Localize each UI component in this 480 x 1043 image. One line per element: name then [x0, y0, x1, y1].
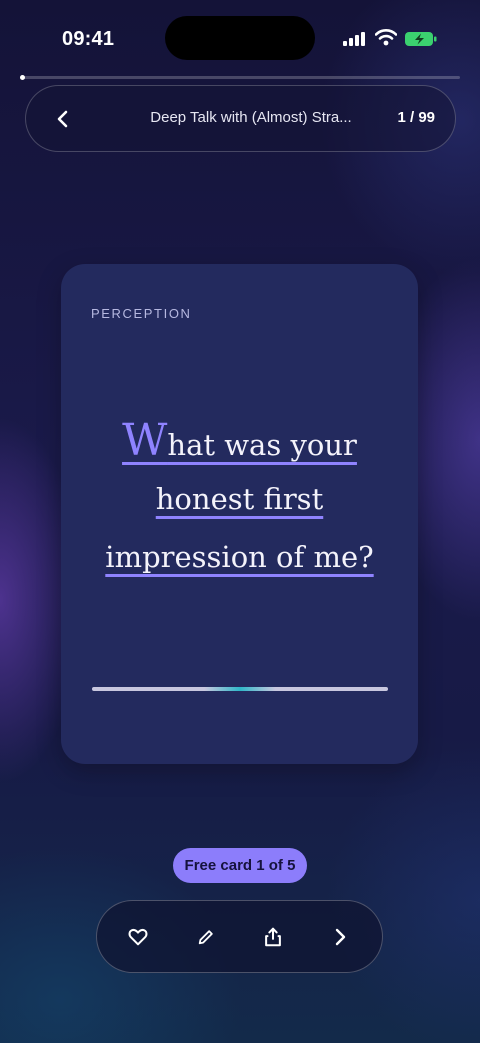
deck-title: Deep Talk with (Almost) Stra... [150, 109, 352, 126]
bottom-toolbar [96, 900, 383, 973]
header-bar: Deep Talk with (Almost) Stra... 1 / 99 [25, 85, 456, 152]
card-counter: 1 / 99 [397, 109, 435, 126]
next-button[interactable] [322, 919, 358, 955]
reading-progress-bar [20, 75, 460, 80]
question-line: honest first [79, 470, 400, 528]
free-card-badge: Free card 1 of 5 [173, 848, 307, 883]
status-time: 09:41 [62, 28, 115, 50]
dynamic-island [165, 16, 315, 60]
heart-icon [128, 928, 148, 946]
battery-charging-icon [405, 32, 437, 46]
question-text: What was your honest first impression of… [79, 412, 400, 586]
cellular-signal-icon [343, 32, 367, 46]
card-divider [92, 687, 388, 691]
question-line-text: impression of me? [105, 540, 374, 574]
favorite-button[interactable] [120, 919, 156, 955]
chevron-left-icon [57, 110, 68, 128]
share-icon [265, 927, 281, 947]
edit-button[interactable] [188, 919, 224, 955]
back-button[interactable] [46, 102, 80, 136]
card-category: PERCEPTION [91, 306, 192, 321]
chevron-right-icon [335, 928, 346, 946]
question-dropcap: W [122, 415, 168, 466]
reading-progress-fill [20, 75, 25, 80]
question-line-text: hat was your [167, 428, 357, 462]
status-bar: 09:41 [0, 0, 480, 60]
question-card[interactable]: PERCEPTION What was your honest first im… [61, 264, 418, 764]
wifi-icon [375, 29, 397, 46]
pencil-icon [198, 930, 213, 945]
question-line: What was your [79, 412, 400, 470]
share-button[interactable] [255, 919, 291, 955]
question-line-text: honest first [155, 482, 324, 516]
question-line: impression of me? [79, 528, 400, 586]
